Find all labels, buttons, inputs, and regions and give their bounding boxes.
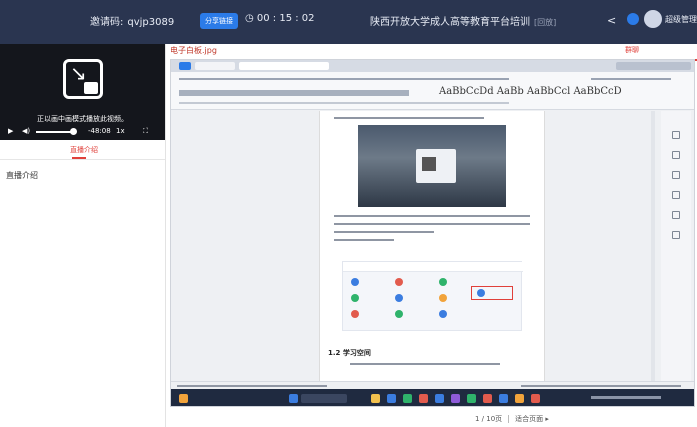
- tab-group-chat[interactable]: 群聊: [625, 45, 639, 55]
- start-icon: [289, 394, 298, 403]
- doc-status-bar: [171, 381, 694, 389]
- tool-icon: [672, 191, 680, 199]
- app-icon: [439, 294, 447, 302]
- pip-message: 正以画中画模式播放此视频。: [37, 115, 128, 123]
- play-icon[interactable]: ▶: [8, 127, 13, 135]
- text-line: [334, 239, 394, 241]
- app-icon: [395, 310, 403, 318]
- window-tabs: [171, 60, 694, 72]
- arrow-icon: ↘: [70, 61, 87, 85]
- tool-icon: [672, 211, 680, 219]
- app-icon: [515, 394, 524, 403]
- text-line: [350, 363, 500, 365]
- remaining-time: -48:08: [88, 127, 111, 135]
- app-icon: [451, 394, 460, 403]
- fullscreen-icon[interactable]: ⛶: [143, 127, 148, 136]
- app-icon: [419, 394, 428, 403]
- qr-card: [416, 149, 456, 183]
- top-bar: 邀请码: qvjp3089 分享链接 ◷ 00 : 15 : 02 陕西开放大学成…: [0, 0, 697, 44]
- doc-scrollbar: [651, 111, 655, 381]
- app-icon: [351, 310, 359, 318]
- user-name[interactable]: 超级管理员: [665, 14, 697, 25]
- app-icon: [435, 394, 444, 403]
- ribbon-menu: [179, 78, 509, 80]
- system-tray: [591, 396, 661, 399]
- tab-underline: [72, 157, 86, 159]
- app-icon: [403, 394, 412, 403]
- app-icon: [499, 394, 508, 403]
- doc-tab: [195, 62, 235, 70]
- window-controls: [616, 62, 691, 70]
- weather-icon: [179, 394, 188, 403]
- text-line: [334, 223, 530, 225]
- app-icon: [439, 278, 447, 286]
- os-taskbar: [171, 389, 694, 406]
- document-page: 1.2 学习空间: [319, 111, 545, 381]
- app-icon: [395, 278, 403, 286]
- app-grid-header: [343, 262, 523, 272]
- home-tab: [179, 62, 191, 70]
- text-line: [334, 215, 530, 217]
- ribbon-labels: [179, 102, 509, 104]
- tool-icon: [672, 131, 680, 139]
- timer-value: 00 : 15 : 02: [256, 13, 315, 24]
- file-name: 电子白板.jpg: [170, 46, 217, 55]
- page-number: 1 / 10页: [475, 415, 503, 423]
- volume-icon[interactable]: ◀): [22, 127, 30, 135]
- style-gallery: AaBbCcDd AaBb AaBbCcl AaBbCcD: [439, 86, 622, 97]
- share-icon[interactable]: <: [607, 14, 616, 27]
- notification-icon[interactable]: [627, 13, 639, 25]
- folder-icon: [371, 394, 380, 403]
- document-ribbon: AaBbCcDd AaBb AaBbCcl AaBbCcD: [171, 72, 694, 110]
- share-link-button[interactable]: 分享链接: [200, 13, 238, 29]
- qr-code: [422, 157, 436, 171]
- app-icon: [351, 294, 359, 302]
- status-text: [177, 385, 327, 387]
- edge-icon: [387, 394, 396, 403]
- text-line: [334, 117, 484, 119]
- doc-side-toolbar: [661, 111, 691, 381]
- course-title: 陕西开放大学成人高等教育平台培训: [370, 17, 530, 28]
- taskbar-search: [301, 394, 347, 403]
- whiteboard-image: AaBbCcDd AaBb AaBbCcl AaBbCcD 1.2 学习空间: [170, 59, 695, 407]
- zoom-controls: [521, 385, 681, 387]
- progress-handle[interactable]: [70, 128, 77, 135]
- app-icon: [483, 394, 492, 403]
- pip-box-icon: [84, 82, 98, 94]
- live-intro-heading: 直播介绍: [6, 171, 38, 180]
- tool-icon: [672, 171, 680, 179]
- invite-value: qvjp3089: [127, 17, 175, 28]
- active-doc-tab: [239, 62, 329, 70]
- invite-label: 邀请码:: [90, 17, 124, 28]
- panel-divider: [165, 44, 166, 427]
- fit-page-button[interactable]: 适合页面 ▸: [515, 415, 549, 423]
- app-icon: [351, 278, 359, 286]
- highlight-box: [471, 286, 513, 300]
- invite-code: 邀请码: qvjp3089: [90, 13, 174, 28]
- screenshot-photo: [358, 125, 506, 207]
- app-grid-screenshot: [342, 261, 523, 331]
- tab-live-intro-label: 直播介绍: [70, 146, 98, 154]
- page-title: 陕西开放大学成人高等教育平台培训 [回放]: [370, 13, 556, 28]
- app-icon: [395, 294, 403, 302]
- app-icon: [439, 310, 447, 318]
- page-navigator: 1 / 10页 适合页面 ▸: [475, 414, 549, 424]
- text-line: [334, 231, 434, 233]
- ribbon-tools: [179, 90, 409, 96]
- picture-in-picture-icon: ↘: [63, 59, 103, 99]
- ribbon-menu-right: [591, 78, 671, 80]
- tab-live-intro[interactable]: 直播介绍: [0, 140, 165, 160]
- video-controls: ▶ ◀) -48:08 1x ⛶: [8, 127, 158, 137]
- live-timer: ◷ 00 : 15 : 02: [245, 13, 315, 24]
- video-player[interactable]: ↘ 正以画中画模式播放此视频。 ▶ ◀) -48:08 1x ⛶: [0, 44, 165, 140]
- app-icon: [531, 394, 540, 403]
- doc-heading: 1.2 学习空间: [328, 349, 371, 357]
- app-icon: [467, 394, 476, 403]
- tool-icon: [672, 231, 680, 239]
- avatar[interactable]: [644, 10, 662, 28]
- tool-icon: [672, 151, 680, 159]
- divider: [508, 415, 510, 423]
- playback-status: [回放]: [534, 18, 557, 27]
- playback-rate[interactable]: 1x: [116, 127, 125, 135]
